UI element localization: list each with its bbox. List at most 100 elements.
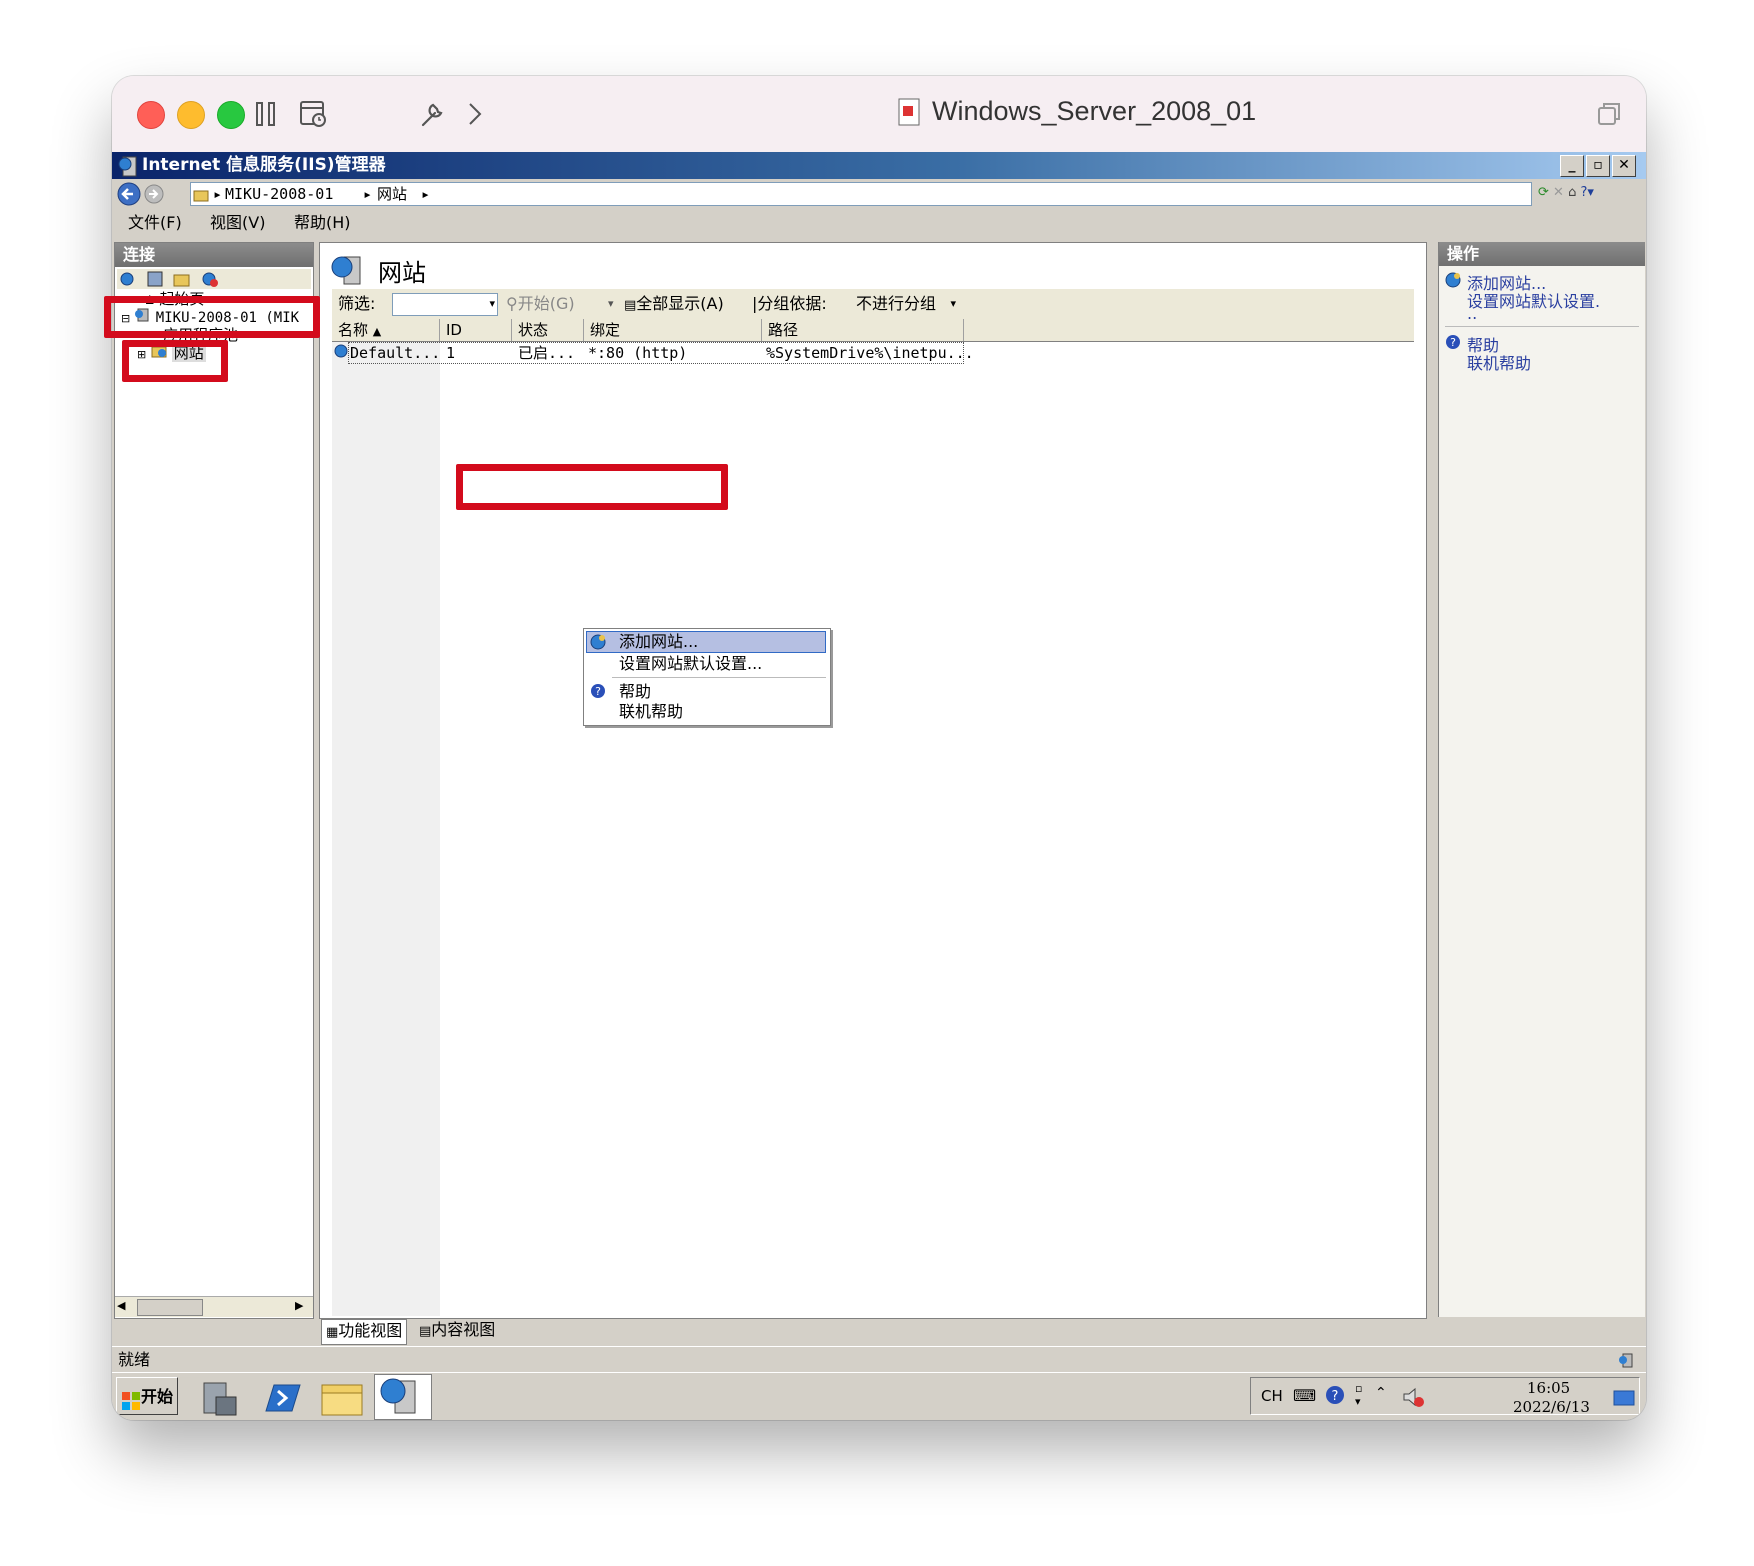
ime-options-icon[interactable]: ▫ ▾: [1355, 1382, 1362, 1408]
scroll-right-icon[interactable]: ▶: [295, 1299, 303, 1312]
server-manager-icon[interactable]: [196, 1377, 248, 1417]
site-globe-icon: [334, 342, 348, 364]
iis-app-icon: [118, 156, 137, 177]
show-hidden-icons[interactable]: ⌃: [1375, 1385, 1387, 1401]
column-binding[interactable]: 绑定: [584, 319, 762, 341]
ctx-online-help[interactable]: 联机帮助: [619, 701, 683, 723]
group-label: |分组依据:: [752, 294, 827, 313]
menu-file[interactable]: 文件(F): [128, 210, 182, 236]
explorer-icon[interactable]: [318, 1377, 370, 1417]
group-select[interactable]: 不进行分组 ▾: [852, 292, 956, 315]
start-dropdown-icon[interactable]: ▾: [608, 289, 614, 319]
sites-pane: 网站 筛选: ▾ ⚲开始(G) ▾ ▤全部显示(A) |分组依据: 不进行分组 …: [319, 242, 1427, 1319]
ime-help-icon[interactable]: ?: [1325, 1385, 1345, 1409]
keyboard-icon[interactable]: ⌨: [1293, 1386, 1316, 1405]
snapshot-icon[interactable]: [294, 94, 334, 134]
ctx-help[interactable]: 帮助: [619, 681, 651, 703]
action-set-defaults-tail[interactable]: ..: [1467, 304, 1477, 323]
group-dropdown-icon[interactable]: ▾: [950, 292, 956, 315]
column-status[interactable]: 状态: [512, 319, 584, 341]
row-id: 1: [446, 344, 456, 362]
address-bar: ▸ MIKU-2008-01 ▸ 网站 ▸ ⟳ ✕ ⌂ ?▾: [112, 179, 1646, 209]
highlight-sites-node: [122, 340, 228, 382]
address-server[interactable]: MIKU-2008-01: [225, 183, 333, 205]
window-title: Windows_Server_2008_01: [932, 96, 1257, 126]
address-node[interactable]: 网站: [377, 183, 407, 205]
svg-text:?: ?: [1450, 336, 1456, 349]
chevron-right-icon[interactable]: [460, 94, 490, 134]
menu-help[interactable]: 帮助(H): [294, 210, 351, 236]
connections-panel: 连接 ⌂ 起始页 ⊟ MIKU-2008-01 (MIK 应用程序池 ⊞ 网站 …: [114, 242, 314, 1319]
address-field[interactable]: ▸ MIKU-2008-01 ▸ 网站 ▸: [190, 182, 1532, 206]
clock-date[interactable]: 2022/6/13: [1513, 1398, 1590, 1416]
content-view-icon: ▤: [419, 1324, 432, 1339]
help-icon: ?: [590, 683, 606, 703]
help-toolbar-icon[interactable]: ?▾: [1581, 185, 1594, 200]
actions-panel: 操作 添加网站... 设置网站默认设置. .. ? 帮助 联机帮助: [1438, 242, 1645, 1317]
view-tabs: ▦功能视图 ▤内容视图: [319, 1318, 1427, 1345]
svg-text:?: ?: [595, 685, 601, 698]
status-text: 就绪: [118, 1350, 151, 1369]
iis-titlebar: Internet 信息服务(IIS)管理器 _ ▫ ✕: [112, 152, 1646, 179]
show-all-button[interactable]: ▤全部显示(A): [624, 289, 724, 321]
close-button[interactable]: [137, 101, 165, 129]
status-bar: 就绪: [112, 1346, 1646, 1373]
filter-input[interactable]: ▾: [392, 293, 498, 316]
context-menu: 添加网站... 设置网站默认设置... ? 帮助 联机帮助: [583, 628, 831, 726]
zoom-button[interactable]: [217, 101, 245, 129]
iis-restore-button[interactable]: ▫: [1586, 155, 1610, 177]
iis-taskbar-button[interactable]: [374, 1374, 432, 1420]
svg-text:?: ?: [1332, 1389, 1339, 1404]
powershell-icon[interactable]: [258, 1377, 310, 1417]
language-indicator[interactable]: CH: [1261, 1387, 1283, 1405]
tree-horizontal-scrollbar[interactable]: ◀ ▶: [115, 1296, 313, 1317]
action-set-defaults[interactable]: 设置网站默认设置.: [1467, 288, 1600, 312]
ctx-add-site[interactable]: 添加网站...: [619, 631, 698, 653]
highlight-add-site: [456, 464, 728, 510]
row-name: Default...: [350, 344, 441, 362]
stop-icon[interactable]: ✕: [1553, 185, 1564, 200]
column-path[interactable]: 路径: [762, 319, 964, 341]
windows-logo-icon: [121, 1387, 141, 1420]
column-id[interactable]: ID: [440, 319, 512, 341]
column-name[interactable]: 名称 ▲: [332, 319, 440, 341]
actions-help-icon: ?: [1445, 334, 1461, 354]
restore-window-icon[interactable]: [1592, 94, 1626, 134]
iis-close-button[interactable]: ✕: [1612, 155, 1636, 177]
name-column-shade: [332, 342, 440, 1316]
show-all-icon: ▤: [624, 298, 637, 313]
connect-icon[interactable]: [119, 270, 139, 292]
minimize-button[interactable]: [177, 101, 205, 129]
back-icon[interactable]: [116, 181, 142, 207]
iis-title-text: Internet 信息服务(IIS)管理器: [142, 155, 386, 175]
pause-icon[interactable]: [248, 94, 284, 134]
tab-features-view[interactable]: ▦功能视图: [321, 1319, 408, 1345]
forward-icon[interactable]: [142, 183, 166, 205]
iis-minimize-button[interactable]: _: [1560, 155, 1584, 177]
row-path: %SystemDrive%\inetpu...: [766, 344, 974, 362]
sites-heading-icon: [330, 253, 364, 291]
ctx-set-defaults[interactable]: 设置网站默认设置...: [619, 653, 762, 675]
action-online-help[interactable]: 联机帮助: [1467, 350, 1531, 374]
volume-muted-icon[interactable]: [1401, 1386, 1425, 1412]
connections-header: 连接: [115, 243, 313, 267]
home-icon[interactable]: ⌂: [1568, 185, 1576, 200]
scroll-left-icon[interactable]: ◀: [117, 1299, 125, 1312]
sort-ascending-icon: ▲: [372, 325, 382, 338]
row-binding: *:80 (http): [588, 344, 688, 362]
wrench-icon[interactable]: [412, 94, 452, 134]
filter-dropdown-icon[interactable]: ▾: [489, 289, 495, 319]
show-desktop-icon[interactable]: [1613, 1390, 1635, 1410]
start-filter-button[interactable]: ⚲开始(G): [506, 289, 575, 319]
taskbar: 开始 CH ⌨ ? ▫ ▾ ⌃ 16:05 2022/6/13: [112, 1372, 1646, 1420]
row-status: 已启...: [518, 344, 576, 362]
start-button[interactable]: 开始: [116, 1377, 178, 1415]
mac-window: Windows_Server_2008_01 Internet 信息服务(IIS…: [112, 76, 1646, 1420]
refresh-icon[interactable]: ⟳: [1538, 185, 1549, 200]
actions-header: 操作: [1439, 242, 1645, 266]
menu-view[interactable]: 视图(V): [210, 210, 265, 236]
document-icon: [898, 98, 920, 130]
tab-content-view[interactable]: ▤内容视图: [415, 1319, 499, 1343]
clock-time[interactable]: 16:05: [1527, 1379, 1570, 1397]
highlight-server-node: [104, 296, 320, 338]
